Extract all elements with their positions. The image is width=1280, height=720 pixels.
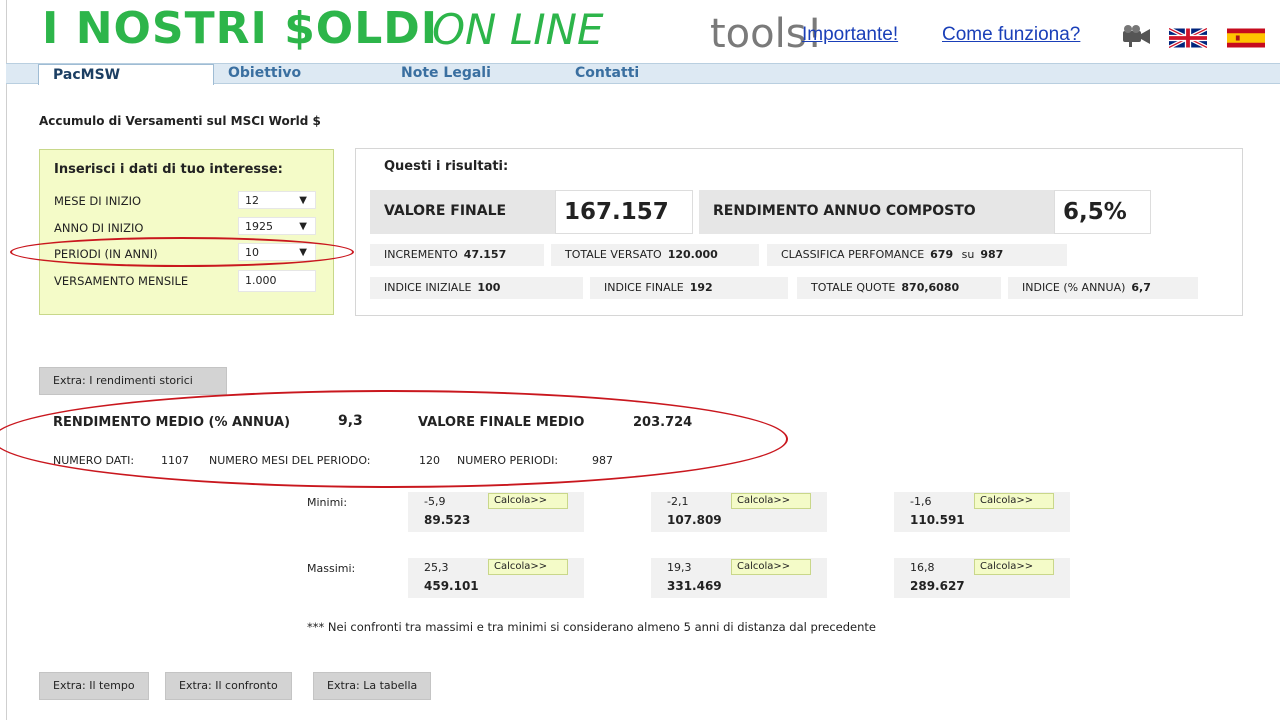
minimi-label: Minimi:	[307, 496, 348, 509]
classifica-label: CLASSIFICA PERFOMANCE	[781, 248, 925, 261]
tab-pacmsw[interactable]: PacMSW	[38, 64, 214, 85]
minimo-amount: 110.591	[910, 513, 965, 527]
massimo-2: 19,3 Calcola>> 331.469	[651, 558, 827, 598]
classifica-su: su	[961, 248, 975, 261]
indice-annua-stat: INDICE (% ANNUA) 6,7	[1008, 277, 1198, 299]
minimo-amount: 89.523	[424, 513, 471, 527]
tab-obiettivo[interactable]: Obiettivo	[228, 65, 301, 81]
classifica-value: 679	[930, 248, 954, 261]
classifica-stat: CLASSIFICA PERFOMANCE 679 su 987	[767, 244, 1067, 266]
results-title: Questi i risultati:	[384, 159, 509, 174]
calcola-button[interactable]: Calcola>>	[731, 493, 811, 509]
footnote: *** Nei confronti tra massimi e tra mini…	[307, 620, 876, 634]
anno-inizio-value: 1925	[245, 220, 273, 233]
minimo-pct: -1,6	[910, 495, 932, 508]
logo-bold-text: I NOSTRI $OLDI	[42, 3, 439, 54]
importante-link[interactable]: Importante!	[802, 24, 898, 46]
results-panel: Questi i risultati: VALORE FINALE 167.15…	[355, 148, 1243, 316]
minimo-2: -2,1 Calcola>> 107.809	[651, 492, 827, 532]
page-subtitle: Accumulo di Versamenti sul MSCI World $	[39, 114, 321, 128]
minimo-amount: 107.809	[667, 513, 722, 527]
calcola-button[interactable]: Calcola>>	[731, 559, 811, 575]
extra-tempo-button[interactable]: Extra: Il tempo	[39, 672, 149, 700]
minimo-pct: -2,1	[667, 495, 689, 508]
minimo-pct: -5,9	[424, 495, 446, 508]
massimo-3: 16,8 Calcola>> 289.627	[894, 558, 1070, 598]
rendimento-label: RENDIMENTO ANNUO COMPOSTO	[713, 203, 976, 219]
tab-note-legali[interactable]: Note Legali	[401, 65, 491, 81]
incremento-value: 47.157	[463, 248, 507, 261]
page-frame	[6, 0, 1280, 720]
massimi-label: Massimi:	[307, 562, 356, 575]
calcola-button[interactable]: Calcola>>	[488, 493, 568, 509]
massimo-pct: 16,8	[910, 561, 935, 574]
massimo-amount: 459.101	[424, 579, 479, 593]
totale-quote-stat: TOTALE QUOTE 870,6080	[797, 277, 1001, 299]
mese-inizio-label: MESE DI INIZIO	[54, 194, 142, 208]
calcola-button[interactable]: Calcola>>	[488, 559, 568, 575]
valore-finale-value: 167.157	[555, 190, 693, 234]
extra-confronto-button[interactable]: Extra: Il confronto	[165, 672, 292, 700]
massimo-amount: 289.627	[910, 579, 965, 593]
uk-flag-icon[interactable]	[1169, 28, 1207, 48]
rendimento-box: RENDIMENTO ANNUO COMPOSTO 6,5%	[699, 190, 1151, 234]
camera-icon[interactable]	[1120, 24, 1152, 48]
mese-inizio-value: 12	[245, 194, 259, 207]
totale-versato-stat: TOTALE VERSATO 120.000	[551, 244, 759, 266]
rendimento-value: 6,5%	[1054, 190, 1151, 234]
massimo-1: 25,3 Calcola>> 459.101	[408, 558, 584, 598]
anno-inizio-select[interactable]: 1925 ▼	[238, 217, 316, 235]
storici-highlight-ellipse	[0, 390, 788, 488]
calcola-button[interactable]: Calcola>>	[974, 559, 1054, 575]
indice-annua-value: 6,7	[1131, 281, 1151, 294]
versamento-input[interactable]: 1.000	[238, 270, 316, 292]
totale-quote-value: 870,6080	[901, 281, 960, 294]
massimo-pct: 25,3	[424, 561, 449, 574]
come-funziona-link[interactable]: Come funziona?	[942, 24, 1080, 46]
totale-quote-label: TOTALE QUOTE	[811, 281, 896, 294]
anno-inizio-label: ANNO DI INIZIO	[54, 221, 144, 235]
mese-inizio-select[interactable]: 12 ▼	[238, 191, 316, 209]
dropdown-arrow-icon: ▼	[299, 221, 307, 232]
minimo-3: -1,6 Calcola>> 110.591	[894, 492, 1070, 532]
input-panel: Inserisci i dati di tuo interesse: MESE …	[39, 149, 334, 315]
spain-flag-icon[interactable]	[1227, 28, 1265, 48]
minimo-1: -5,9 Calcola>> 89.523	[408, 492, 584, 532]
extra-rendimenti-storici-button[interactable]: Extra: I rendimenti storici	[39, 367, 227, 395]
input-panel-title: Inserisci i dati di tuo interesse:	[54, 162, 283, 177]
tab-contatti[interactable]: Contatti	[575, 65, 639, 81]
incremento-stat: INCREMENTO 47.157	[370, 244, 544, 266]
classifica-total: 987	[980, 248, 1004, 261]
indice-iniziale-label: INDICE INIZIALE	[384, 281, 472, 294]
massimo-amount: 331.469	[667, 579, 722, 593]
calcola-button[interactable]: Calcola>>	[974, 493, 1054, 509]
totale-versato-value: 120.000	[667, 248, 718, 261]
indice-finale-value: 192	[689, 281, 713, 294]
extra-tabella-button[interactable]: Extra: La tabella	[313, 672, 432, 700]
dropdown-arrow-icon: ▼	[299, 195, 307, 206]
indice-annua-label: INDICE (% ANNUA)	[1022, 281, 1126, 294]
incremento-label: INCREMENTO	[384, 248, 458, 261]
indice-finale-label: INDICE FINALE	[604, 281, 684, 294]
versamento-label: VERSAMENTO MENSILE	[54, 274, 189, 288]
logo-light-text: ON LINE	[432, 5, 604, 54]
valore-finale-box: VALORE FINALE 167.157	[370, 190, 693, 234]
massimo-pct: 19,3	[667, 561, 692, 574]
valore-finale-label: VALORE FINALE	[384, 203, 507, 219]
periodi-highlight-ellipse	[10, 237, 354, 267]
totale-versato-label: TOTALE VERSATO	[565, 248, 662, 261]
indice-iniziale-value: 100	[477, 281, 501, 294]
indice-iniziale-stat: INDICE INIZIALE 100	[370, 277, 583, 299]
indice-finale-stat: INDICE FINALE 192	[590, 277, 788, 299]
